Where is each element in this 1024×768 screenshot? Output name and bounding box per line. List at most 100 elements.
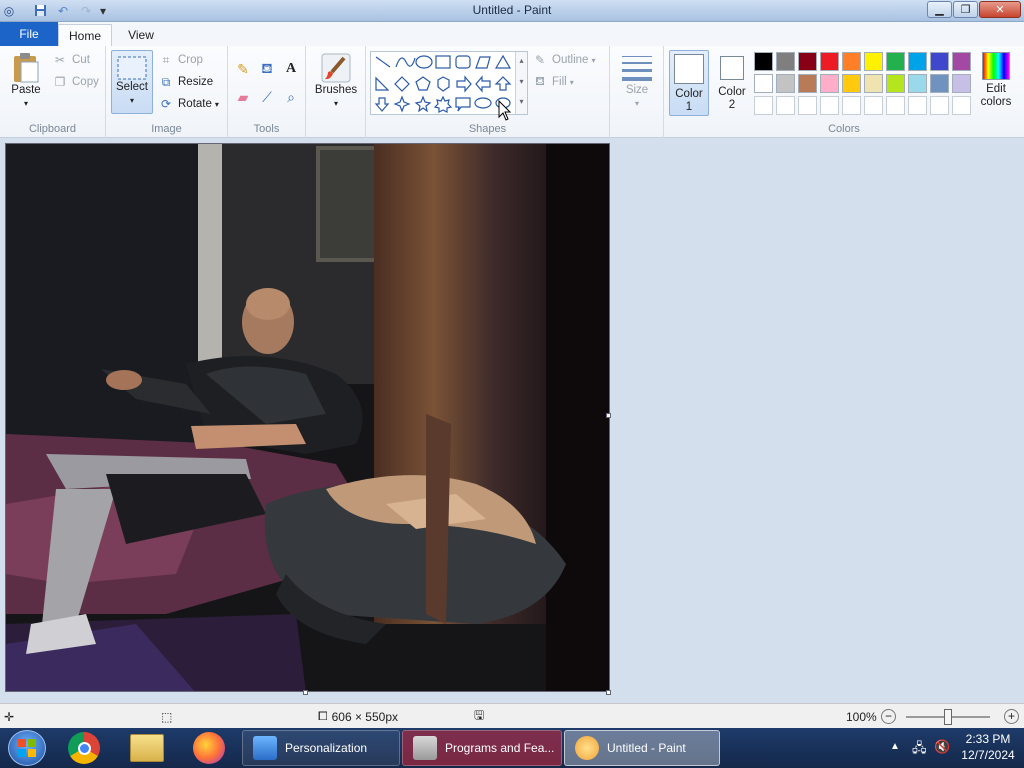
- scroll-up-icon[interactable]: ▴: [516, 52, 527, 72]
- size-dropdown-icon: ▾: [634, 99, 639, 108]
- resize-icon: ⧉: [161, 74, 171, 89]
- crop-button[interactable]: ⌗ Crop: [158, 50, 203, 70]
- palette-swatch[interactable]: [930, 74, 949, 93]
- rotate-dropdown-icon: ▾: [214, 99, 219, 109]
- zoom-level: 100%: [846, 709, 877, 724]
- palette-swatch[interactable]: [842, 96, 861, 115]
- scroll-down-icon[interactable]: ▾: [516, 72, 527, 92]
- taskbar-item-paint[interactable]: Untitled - Paint: [564, 730, 720, 766]
- palette-swatch[interactable]: [776, 96, 795, 115]
- palette-swatch[interactable]: [776, 74, 795, 93]
- tab-view[interactable]: View: [118, 24, 164, 46]
- palette-swatch[interactable]: [754, 96, 773, 115]
- palette-swatch[interactable]: [908, 74, 927, 93]
- edit-colors-label: Edit colors: [980, 83, 1012, 108]
- taskbar-item-label: Untitled - Paint: [607, 741, 686, 755]
- taskbar-item-personalization[interactable]: Personalization: [242, 730, 400, 766]
- resize-button[interactable]: ⧉ Resize: [158, 72, 213, 92]
- fill-dropdown-icon: ▾: [569, 77, 574, 87]
- palette-swatch[interactable]: [798, 74, 817, 93]
- palette-swatch[interactable]: [864, 96, 883, 115]
- color1-button[interactable]: Color 1: [669, 50, 709, 116]
- resize-handle-right[interactable]: [606, 413, 611, 418]
- color1-swatch: [674, 54, 704, 84]
- palette-swatch[interactable]: [754, 74, 773, 93]
- zoom-slider-thumb[interactable]: [944, 708, 952, 725]
- start-button[interactable]: [8, 730, 46, 766]
- fill-button[interactable]: ⛾ Fill ▾: [532, 72, 574, 92]
- palette-swatch[interactable]: [886, 96, 905, 115]
- palette-swatch[interactable]: [952, 96, 971, 115]
- pencil-icon[interactable]: ✎: [233, 59, 253, 79]
- clipboard-group: Paste ▾ ✂ Cut ❐ Copy Clipboard: [0, 46, 106, 138]
- paste-button[interactable]: Paste ▾: [6, 52, 46, 110]
- palette-swatch[interactable]: [864, 52, 883, 71]
- file-menu-button[interactable]: File: [0, 22, 58, 46]
- firefox-icon[interactable]: [193, 732, 225, 764]
- resize-label: Resize: [178, 76, 214, 88]
- zoom-slider[interactable]: [906, 704, 990, 729]
- edit-colors-button[interactable]: Edit colors: [974, 52, 1018, 109]
- drawing-canvas[interactable]: [5, 143, 610, 692]
- title-bar: ◎ ↶ ↷ ▾ Untitled - Paint ▁ ❐ ✕: [0, 0, 1024, 22]
- outline-button[interactable]: ✎ Outline ▾: [532, 50, 595, 70]
- color-picker-icon[interactable]: ⟋: [257, 87, 277, 107]
- palette-swatch[interactable]: [930, 96, 949, 115]
- size-button[interactable]: Size ▾: [616, 52, 658, 110]
- text-tool-icon[interactable]: A: [281, 59, 301, 79]
- palette-swatch[interactable]: [820, 52, 839, 71]
- taskbar-item-programs[interactable]: Programs and Fea...: [402, 730, 562, 766]
- palette-swatch[interactable]: [842, 74, 861, 93]
- paste-dropdown-icon: ▾: [23, 99, 28, 108]
- palette-swatch[interactable]: [886, 52, 905, 71]
- shapes-group-label: Shapes: [468, 123, 507, 135]
- magnifier-icon[interactable]: ⌕: [281, 87, 301, 107]
- palette-swatch[interactable]: [754, 52, 773, 71]
- network-icon[interactable]: 🖧: [912, 739, 927, 761]
- brushes-button[interactable]: Brushes ▾: [310, 52, 362, 110]
- zoom-in-button[interactable]: +: [1004, 704, 1019, 729]
- ribbon: Paste ▾ ✂ Cut ❐ Copy Clipboard Select ▾ …: [0, 46, 1024, 138]
- copy-button[interactable]: ❐ Copy: [52, 72, 99, 92]
- eraser-icon[interactable]: ▰: [233, 87, 253, 107]
- show-hidden-icons[interactable]: ▲: [890, 741, 900, 752]
- color2-button[interactable]: Color 2: [712, 53, 752, 112]
- palette-swatch[interactable]: [798, 52, 817, 71]
- palette-swatch[interactable]: [776, 52, 795, 71]
- minimize-button[interactable]: ▁: [927, 1, 952, 18]
- rotate-button[interactable]: ⟳ Rotate ▾: [158, 94, 219, 114]
- palette-swatch[interactable]: [952, 74, 971, 93]
- canvas-size-text: 606 × 550px: [331, 709, 399, 724]
- line-size-icon: [622, 56, 652, 81]
- palette-swatch[interactable]: [864, 74, 883, 93]
- palette-swatch[interactable]: [820, 74, 839, 93]
- palette-swatch[interactable]: [908, 52, 927, 71]
- palette-swatch[interactable]: [952, 52, 971, 71]
- resize-handle-corner[interactable]: [606, 690, 611, 695]
- close-button[interactable]: ✕: [979, 1, 1021, 18]
- palette-swatch[interactable]: [842, 52, 861, 71]
- palette-swatch[interactable]: [820, 96, 839, 115]
- brushes-dropdown-icon: ▾: [333, 99, 338, 108]
- select-button[interactable]: Select ▾: [111, 50, 153, 114]
- zoom-out-button[interactable]: −: [881, 704, 896, 729]
- shapes-expand-icon[interactable]: ▾: [516, 92, 527, 112]
- palette-swatch[interactable]: [798, 96, 817, 115]
- clock-date: 12/7/2024: [961, 748, 1015, 762]
- clock[interactable]: 2:33 PM 12/7/2024: [956, 731, 1020, 763]
- resize-handle-bottom[interactable]: [303, 690, 308, 695]
- file-explorer-icon[interactable]: [130, 734, 164, 762]
- fill-bucket-icon[interactable]: ⛾: [257, 59, 277, 79]
- image-group-label: Image: [151, 123, 182, 135]
- palette-swatch[interactable]: [886, 74, 905, 93]
- chrome-icon[interactable]: [68, 732, 100, 764]
- volume-muted-icon[interactable]: 🔇: [934, 739, 950, 755]
- tab-home[interactable]: Home: [58, 24, 112, 46]
- shapes-scrollbar[interactable]: ▴ ▾ ▾: [515, 52, 527, 114]
- palette-swatch[interactable]: [908, 96, 927, 115]
- paint-window: ◎ ↶ ↷ ▾ Untitled - Paint ▁ ❐ ✕ File Home…: [0, 0, 1024, 768]
- ribbon-tabs: File Home View: [0, 22, 1024, 46]
- cut-button[interactable]: ✂ Cut: [52, 50, 90, 70]
- palette-swatch[interactable]: [930, 52, 949, 71]
- maximize-button[interactable]: ❐: [953, 1, 978, 18]
